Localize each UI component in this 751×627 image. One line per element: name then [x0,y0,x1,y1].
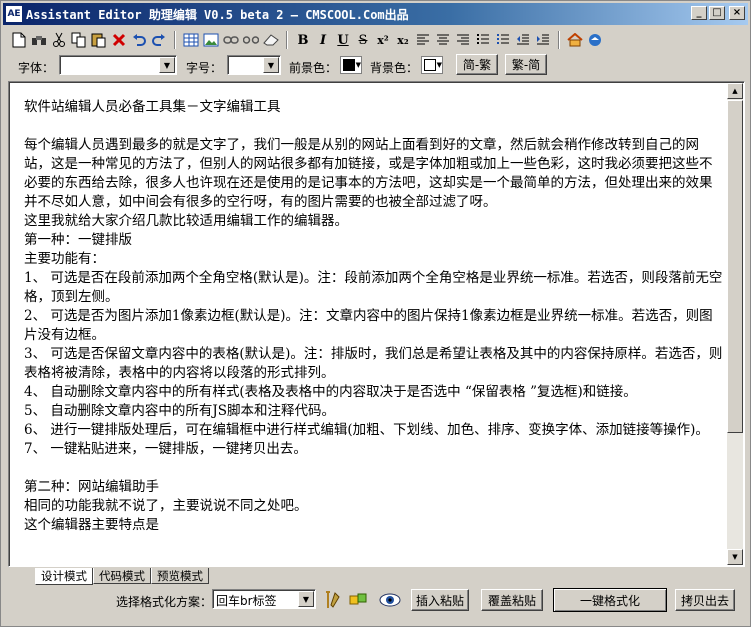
app-logo-icon: AE [6,6,22,22]
scroll-thumb[interactable] [727,100,743,433]
editor-content[interactable]: 软件站编辑人员必备工具集－文字编辑工具每个编辑人员遇到最多的就是文字了，我们一般… [24,98,724,535]
chevron-down-icon: ▼ [436,61,442,69]
editor-paragraph: 这里我就给大家介绍几款比较适用编辑工作的编辑器。 [24,213,348,229]
editor-paragraph: 软件站编辑人员必备工具集－文字编辑工具 [24,99,281,115]
font-toolbar: 字体： ▼ 字号： ▼ 前景色： ▼ 背景色： ▼ 简-繁 繁-简 [1,53,751,77]
editor-paragraph: 1、 可选是否在段前添加两个全角空格(默认是)。注：段前添加两个全角空格是业界统… [24,270,723,305]
tab-design-mode[interactable]: 设计模式 [35,568,93,585]
settings-tools-icon[interactable] [322,589,344,611]
close-button[interactable]: × [729,6,745,20]
underline-icon[interactable]: U [333,30,353,50]
title-bar: AE Assistant Editor 助理编辑 V0.5 beta 2 — C… [3,3,748,25]
editor-paragraph: 3、 可选是否保留文章内容中的表格(默认是)。注：排版时，我们总是希望让表格及其… [24,346,723,381]
size-select[interactable]: ▼ [227,55,281,75]
redo-icon[interactable] [149,30,169,50]
find-icon[interactable] [29,30,49,50]
window-title: Assistant Editor 助理编辑 V0.5 beta 2 — CMSC… [26,7,409,22]
editor-area[interactable]: 软件站编辑人员必备工具集－文字编辑工具每个编辑人员遇到最多的就是文字了，我们一般… [8,81,745,567]
minimize-button[interactable]: _ [691,6,707,20]
delete-icon[interactable] [109,30,129,50]
font-select[interactable]: ▼ [59,55,177,75]
tab-code-mode[interactable]: 代码模式 [93,568,151,584]
format-scheme-value: 回车br标签 [216,594,277,608]
home-icon[interactable] [565,30,585,50]
traditional-to-simplified-button[interactable]: 繁-简 [505,54,547,75]
strikethrough-icon[interactable]: S [353,30,373,50]
format-toolbar: B I U S x² x₂ [9,30,605,50]
foreground-color-swatch [343,59,355,71]
editor-paragraph: 6、 进行一键排版处理后，可在编辑框中进行样式编辑(加粗、下划线、加色、排序、变… [24,422,709,438]
outdent-icon[interactable] [513,30,533,50]
editor-paragraph: 每个编辑人员遇到最多的就是文字了，我们一般是从别的网站上面看到好的文章，然后就会… [24,137,713,210]
format-scheme-select[interactable]: 回车br标签 ▼ [212,589,316,609]
superscript-icon[interactable]: x² [373,30,393,50]
align-center-icon[interactable] [433,30,453,50]
copy-out-button[interactable]: 拷贝出去 [675,589,735,611]
foreground-color-label: 前景色： [289,61,338,75]
italic-icon[interactable]: I [313,30,333,50]
align-right-icon[interactable] [453,30,473,50]
mode-tabs: 设计模式 代码模式 预览模式 [35,568,209,585]
subscript-icon[interactable]: x₂ [393,30,413,50]
editor-paragraph: 主要功能有： [24,251,105,267]
eye-icon[interactable] [377,589,403,611]
unordered-list-icon[interactable] [473,30,493,50]
editor-paragraph: 7、 一键粘贴进来，一键排版，一键拷贝出去。 [24,441,307,457]
insert-paste-button[interactable]: 插入粘贴 [411,589,469,611]
format-scheme-label: 选择格式化方案： [116,595,213,609]
vertical-scrollbar[interactable]: ▲ ▼ [727,83,743,565]
table-icon[interactable] [181,30,201,50]
background-color-label: 背景色： [370,61,419,75]
chevron-down-icon[interactable]: ▼ [159,57,175,73]
editor-paragraph: 相同的功能我就不说了，主要说说不同之处吧。 [24,498,308,514]
undo-icon[interactable] [129,30,149,50]
app-window: AE Assistant Editor 助理编辑 V0.5 beta 2 — C… [0,0,751,627]
scroll-up-icon[interactable]: ▲ [727,83,743,99]
one-click-format-button[interactable]: 一键格式化 [553,588,667,612]
tab-preview-mode[interactable]: 预览模式 [151,568,209,584]
background-color-swatch [424,59,436,71]
bold-icon[interactable]: B [293,30,313,50]
editor-paragraph: 这个编辑器主要特点是 [24,517,159,533]
font-label: 字体： [18,61,55,75]
editor-paragraph: 5、 自动删除文章内容中的所有JS脚本和注释代码。 [24,403,336,419]
editor-paragraph: 第一种：一键排版 [24,232,132,248]
chevron-down-icon[interactable]: ▼ [263,57,279,73]
image-icon[interactable] [201,30,221,50]
chevron-down-icon: ▼ [355,61,361,69]
size-label: 字号： [186,61,223,75]
overwrite-paste-button[interactable]: 覆盖粘贴 [481,589,543,611]
paste-icon[interactable] [89,30,109,50]
cut-icon[interactable] [49,30,69,50]
indent-icon[interactable] [533,30,553,50]
editor-paragraph: 2、 可选是否为图片添加1像素边框(默认是)。注：文章内容中的图片保持1像素边框… [24,308,713,343]
editor-paragraph: 4、 自动删除文章内容中的所有样式(表格及表格中的内容取决于是否选中 “保留表格… [24,384,637,400]
ordered-list-icon[interactable] [493,30,513,50]
toolbar-separator [558,31,560,49]
copy-icon[interactable] [69,30,89,50]
align-left-icon[interactable] [413,30,433,50]
eraser-icon[interactable] [261,30,281,50]
unlink-icon[interactable] [241,30,261,50]
toolbar-separator [286,31,288,49]
maximize-button[interactable]: □ [709,6,725,20]
foreground-color-picker[interactable]: ▼ [340,56,362,74]
bottom-bar: 选择格式化方案： 回车br标签 ▼ 插入粘贴 覆盖粘贴 一键格式化 拷贝出去 [1,585,751,615]
scroll-down-icon[interactable]: ▼ [727,549,743,565]
chevron-down-icon[interactable]: ▼ [298,591,314,607]
editor-paragraph: 第二种：网站编辑助手 [24,479,159,495]
window-controls: _ □ × [691,6,745,20]
puzzle-icon[interactable] [347,589,369,611]
about-icon[interactable] [585,30,605,50]
new-file-icon[interactable] [9,30,29,50]
background-color-picker[interactable]: ▼ [421,56,443,74]
simplified-to-traditional-button[interactable]: 简-繁 [456,54,498,75]
link-icon[interactable] [221,30,241,50]
toolbar-separator [174,31,176,49]
